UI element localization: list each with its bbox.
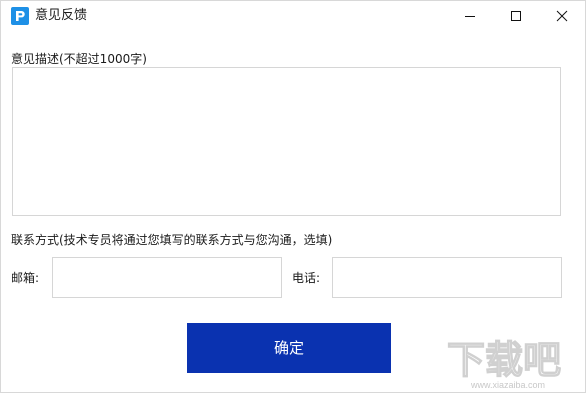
maximize-icon bbox=[511, 11, 521, 21]
watermark-logo: 下载吧 www.xiazaiba.com bbox=[441, 333, 581, 391]
minimize-button[interactable] bbox=[447, 1, 493, 31]
p-logo-icon bbox=[11, 7, 29, 25]
minimize-icon bbox=[465, 16, 475, 17]
email-label: 邮箱: bbox=[11, 271, 40, 285]
email-input[interactable] bbox=[52, 257, 282, 298]
watermark-main-text: 下载吧 bbox=[447, 340, 561, 382]
close-button[interactable] bbox=[539, 1, 585, 31]
close-icon bbox=[556, 10, 568, 22]
feedback-window: 意见反馈 意见描述(不超过1000字) 联系方式(技术专员将通过您填写的联系方式… bbox=[0, 0, 586, 393]
watermark-url-text: www.xiazaiba.com bbox=[470, 380, 545, 390]
description-textarea[interactable] bbox=[12, 67, 561, 216]
window-title: 意见反馈 bbox=[35, 8, 88, 23]
phone-input[interactable] bbox=[332, 257, 562, 298]
confirm-button[interactable]: 确定 bbox=[187, 323, 391, 373]
maximize-button[interactable] bbox=[493, 1, 539, 31]
contact-label: 联系方式(技术专员将通过您填写的联系方式与您沟通，选填) bbox=[11, 233, 333, 247]
description-label: 意见描述(不超过1000字) bbox=[11, 52, 147, 66]
title-bar[interactable]: 意见反馈 bbox=[1, 1, 585, 31]
phone-label: 电话: bbox=[292, 271, 321, 285]
